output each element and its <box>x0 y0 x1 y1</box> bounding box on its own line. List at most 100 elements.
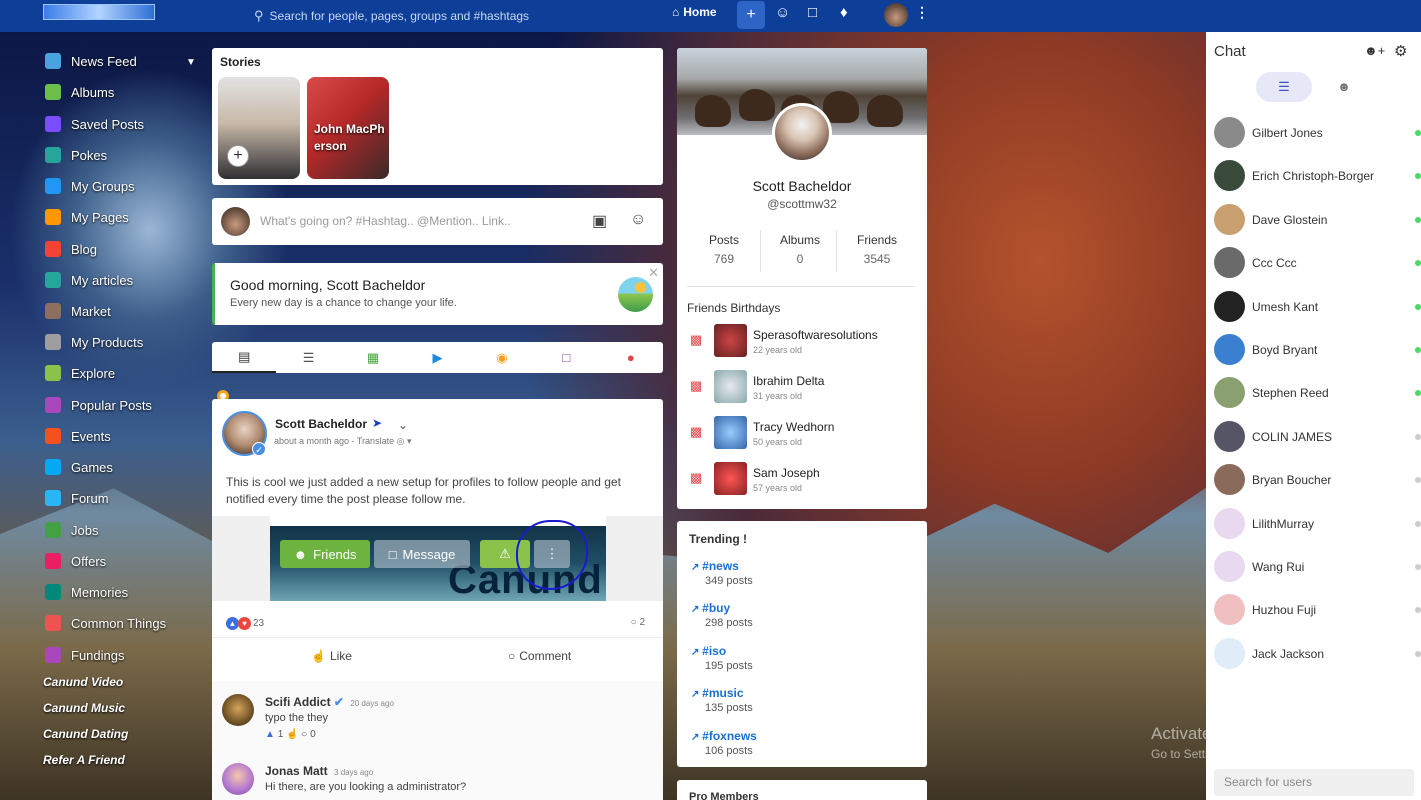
tab-places[interactable]: ● <box>599 342 663 373</box>
tab-music[interactable]: ◉ <box>470 342 534 373</box>
sidebar-item[interactable]: Games <box>45 457 113 477</box>
sidebar-item[interactable]: Popular Posts <box>45 395 152 415</box>
sidebar-item[interactable]: Forum <box>45 488 109 508</box>
trending-item[interactable]: ↗ #iso 195 posts <box>691 644 753 672</box>
sidebar-item[interactable]: Fundings <box>45 645 124 665</box>
birthday-name[interactable]: Ibrahim Delta <box>753 374 824 388</box>
reaction-summary[interactable]: ▲ ♥ 23 <box>226 617 264 630</box>
user-avatar[interactable] <box>884 3 908 27</box>
chevron-down-icon[interactable]: ▼ <box>186 57 196 68</box>
trending-tag[interactable]: #foxnews <box>702 729 757 743</box>
sidebar-item[interactable]: Memories <box>45 582 128 602</box>
birthday-name[interactable]: Sperasoftwaresolutions <box>753 328 878 342</box>
sidebar-item[interactable]: Common Things <box>45 613 166 633</box>
message-button[interactable]: □ Message <box>374 540 470 568</box>
create-button[interactable]: + <box>737 1 765 29</box>
trending-tag[interactable]: #buy <box>702 601 730 615</box>
trending-tag[interactable]: #music <box>702 686 743 700</box>
like-button[interactable]: ☝ Like <box>311 649 352 663</box>
chat-user[interactable]: Ccc Ccc <box>1214 247 1421 279</box>
sidebar-item[interactable]: Albums <box>45 82 114 102</box>
add-user-icon[interactable]: ☻+ <box>1364 43 1385 58</box>
messages-icon[interactable]: □ <box>808 4 817 21</box>
thumbs-up-icon[interactable]: ☝ <box>286 729 301 740</box>
sidebar-item[interactable]: My Products <box>45 332 143 352</box>
chat-user[interactable]: Umesh Kant <box>1214 290 1421 323</box>
chat-user[interactable]: Wang Rui <box>1214 551 1421 583</box>
chat-user[interactable]: Gilbert Jones <box>1214 117 1421 149</box>
chat-user[interactable]: LilithMurray <box>1214 507 1421 540</box>
global-search[interactable]: ⚲ Search for people, pages, groups and #… <box>254 5 634 27</box>
chat-user[interactable]: Jack Jackson <box>1214 637 1421 670</box>
post-options-chevron-icon[interactable]: ⌄ <box>398 418 649 432</box>
tab-photos[interactable]: ▦ <box>341 342 405 373</box>
tab-text-posts[interactable]: ☰ <box>276 342 340 373</box>
sidebar-item[interactable]: Saved Posts <box>45 114 144 134</box>
chat-user[interactable]: Stephen Reed <box>1214 377 1421 409</box>
sidebar-item[interactable]: Offers <box>45 551 106 571</box>
post-author-name[interactable]: Scott Bacheldor <box>275 417 367 431</box>
friend-story[interactable]: John MacPherson <box>307 77 389 179</box>
profile-avatar[interactable] <box>772 103 832 163</box>
chat-user[interactable]: Erich Christoph-Borger <box>1214 160 1421 192</box>
sidebar-item[interactable]: My Groups <box>45 176 135 196</box>
birthday-item[interactable]: ▩ Ibrahim Delta 31 years old <box>690 370 920 404</box>
tab-groups[interactable]: ☻ <box>1334 72 1354 102</box>
comment-author[interactable]: Scifi Addict <box>265 695 331 709</box>
globe-icon[interactable]: ◎ ▾ <box>397 436 412 446</box>
sidebar-item[interactable]: News Feed <box>45 51 137 71</box>
trending-item[interactable]: ↗ #news 349 posts <box>691 559 753 587</box>
site-logo[interactable] <box>43 4 155 20</box>
post-time[interactable]: about a month ago - Translate <box>274 436 394 446</box>
post-composer[interactable]: What's going on? #Hashtag.. @Mention.. L… <box>212 198 663 245</box>
comment-count[interactable]: ○ 2 <box>631 617 645 628</box>
notifications-icon[interactable]: ♦ <box>840 4 848 21</box>
birthday-avatar[interactable] <box>714 416 747 449</box>
sidebar-item[interactable]: Blog <box>45 239 97 259</box>
comment-button[interactable]: ○ Comment <box>508 649 571 663</box>
camera-icon[interactable]: ▣ <box>592 211 607 231</box>
sidebar-item[interactable]: Events <box>45 426 111 446</box>
sidebar-item[interactable]: My Pages <box>45 207 129 227</box>
trending-tag[interactable]: #news <box>702 559 739 573</box>
more-menu-icon[interactable]: ⋮ <box>915 4 929 21</box>
add-story-icon[interactable]: + <box>227 145 249 167</box>
tab-all-posts[interactable]: ▤ <box>212 342 277 373</box>
friends-icon[interactable]: ☺ <box>775 4 790 21</box>
birthday-item[interactable]: ▩ Tracy Wedhorn 50 years old <box>690 416 920 450</box>
chat-user[interactable]: Huzhou Fuji <box>1214 594 1421 626</box>
chat-user[interactable]: Boyd Bryant <box>1214 334 1421 366</box>
stat-albums[interactable]: Albums 0 <box>762 233 838 266</box>
trending-item[interactable]: ↗ #music 135 posts <box>691 686 753 714</box>
profile-name[interactable]: Scott Bacheldor <box>677 178 927 194</box>
gear-icon[interactable]: ⚙ <box>1394 42 1407 60</box>
composer-placeholder[interactable]: What's going on? #Hashtag.. @Mention.. L… <box>260 214 511 228</box>
chat-user[interactable]: Bryan Boucher <box>1214 464 1421 496</box>
close-icon[interactable]: ✕ <box>648 265 659 281</box>
trending-tag[interactable]: #iso <box>702 644 726 658</box>
sticker-icon[interactable]: ☺ <box>630 211 646 229</box>
chat-user[interactable]: Dave Glostein <box>1214 203 1421 236</box>
sidebar-link[interactable]: Canund Video <box>43 672 123 692</box>
my-story[interactable]: + <box>218 77 300 179</box>
chat-user[interactable]: COLIN JAMES <box>1214 420 1421 453</box>
trending-item[interactable]: ↗ #foxnews 106 posts <box>691 729 757 757</box>
sidebar-link[interactable]: Canund Music <box>43 698 125 718</box>
birthday-avatar[interactable] <box>714 324 747 357</box>
birthday-name[interactable]: Sam Joseph <box>753 466 820 480</box>
commenter-name[interactable]: Scifi Addict ✔ 20 days ago <box>265 695 394 709</box>
reply-icon[interactable]: ○ <box>301 729 310 740</box>
comment-author[interactable]: Jonas Matt <box>265 764 328 778</box>
sidebar-item[interactable]: Jobs <box>45 520 98 540</box>
birthday-name[interactable]: Tracy Wedhorn <box>753 420 834 434</box>
tab-friends[interactable]: ☰ <box>1256 72 1312 102</box>
sidebar-link[interactable]: Refer A Friend <box>43 750 125 770</box>
trending-item[interactable]: ↗ #buy 298 posts <box>691 601 753 629</box>
commenter-avatar[interactable] <box>222 763 254 795</box>
tab-files[interactable]: □ <box>534 342 598 373</box>
birthday-avatar[interactable] <box>714 462 747 495</box>
home-link[interactable]: ⌂ Home <box>672 5 717 19</box>
commenter-avatar[interactable] <box>222 694 254 726</box>
post-image[interactable]: Canund ☻ Friends □ Message ⚠ ⋮ <box>212 516 663 601</box>
friends-button[interactable]: ☻ Friends <box>280 540 370 568</box>
